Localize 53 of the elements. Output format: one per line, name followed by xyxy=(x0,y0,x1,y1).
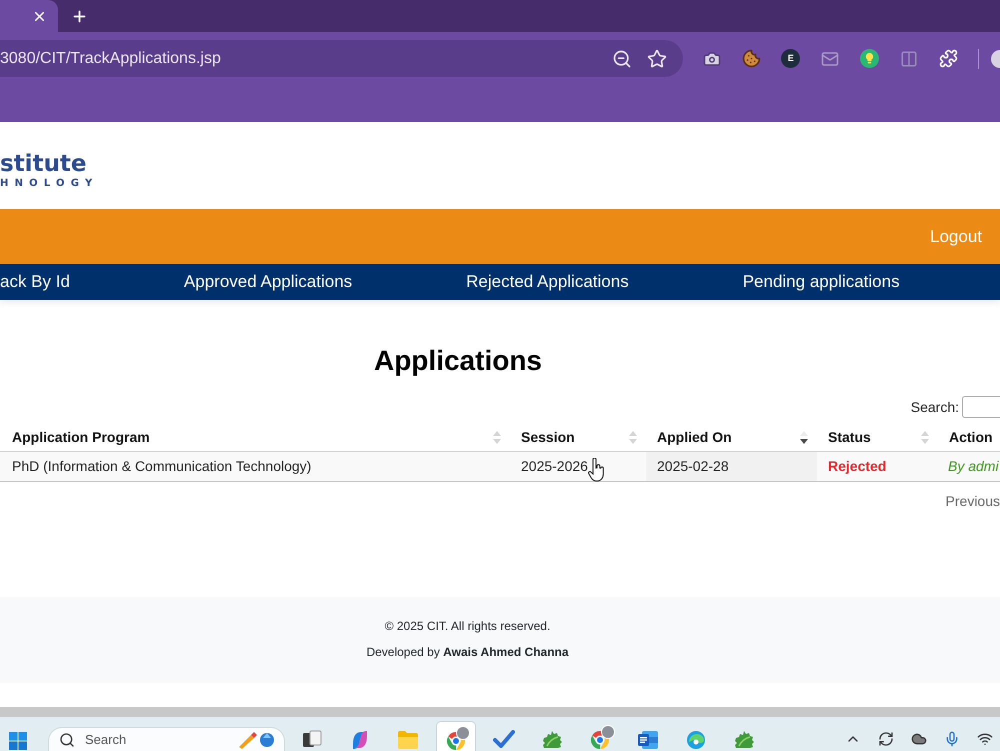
search-field[interactable] xyxy=(962,396,1000,418)
avatar-icon xyxy=(601,725,615,739)
cookie-icon[interactable] xyxy=(742,49,761,68)
logo-tagline: HNOLOGY xyxy=(0,178,98,190)
session-text: 2025-2026 xyxy=(521,457,588,476)
program-text: PhD (Information & Communication Technology) xyxy=(12,457,312,476)
mail-icon[interactable] xyxy=(821,50,840,68)
nav-link[interactable]: Rejected Applications xyxy=(466,269,629,295)
wifi-icon[interactable] xyxy=(977,731,993,747)
refresh-icon[interactable] xyxy=(878,731,894,747)
camera-icon[interactable] xyxy=(702,50,721,68)
document-icon xyxy=(637,730,659,750)
star-icon[interactable] xyxy=(647,48,667,68)
avatar-icon xyxy=(456,726,470,740)
task-view-icon xyxy=(302,730,322,750)
leaf-icon xyxy=(733,730,755,750)
column-header[interactable]: Action xyxy=(938,423,1000,451)
logo-wordmark: stitute xyxy=(0,151,87,177)
puzzle-icon[interactable] xyxy=(939,49,958,68)
taskbar-search-field[interactable]: Search xyxy=(48,727,285,751)
horizontal-scrollbar[interactable] xyxy=(0,707,1000,717)
nav-link[interactable]: Pending applications xyxy=(742,269,900,295)
action-text: By admi xyxy=(948,457,999,476)
lightbulb-icon[interactable] xyxy=(860,49,880,68)
page-title: Applications xyxy=(374,345,542,377)
swirl-icon xyxy=(686,730,706,750)
status-text: Rejected xyxy=(828,457,886,476)
search-label: Search: xyxy=(910,398,959,416)
leaf-icon xyxy=(541,730,563,750)
credit-text: Developed by Awais Ahmed Channa xyxy=(366,645,569,659)
extension-badge[interactable]: E xyxy=(781,49,800,68)
date-text: 2025-02-28 xyxy=(657,457,729,476)
browser-tab[interactable] xyxy=(0,0,58,32)
copilot-icon xyxy=(350,730,370,750)
column-header[interactable]: Applied On xyxy=(646,423,817,451)
zoom-out-icon[interactable] xyxy=(612,48,632,68)
column-header[interactable]: Session xyxy=(510,423,646,451)
search-icon xyxy=(59,732,75,748)
windows-logo-icon[interactable] xyxy=(9,732,27,750)
panel-icon[interactable] xyxy=(900,50,918,68)
copyright-text: © 2025 CIT. All rights reserved. xyxy=(384,619,550,633)
checkmark-icon xyxy=(493,730,515,748)
profile-icon[interactable] xyxy=(990,50,1000,68)
cloud-icon[interactable] xyxy=(911,731,927,747)
new-tab-icon[interactable] xyxy=(71,8,88,24)
column-header[interactable]: Application Program xyxy=(0,423,510,451)
folder-icon xyxy=(397,730,419,750)
nav-link[interactable]: Approved Applications xyxy=(184,269,352,295)
pencil-icon xyxy=(237,731,277,749)
microphone-icon[interactable] xyxy=(944,731,960,747)
column-header[interactable]: Status xyxy=(817,423,938,451)
address-field[interactable]: 3080/CIT/TrackApplications.jsp xyxy=(0,40,683,77)
nav-link[interactable]: ack By Id xyxy=(0,269,70,295)
